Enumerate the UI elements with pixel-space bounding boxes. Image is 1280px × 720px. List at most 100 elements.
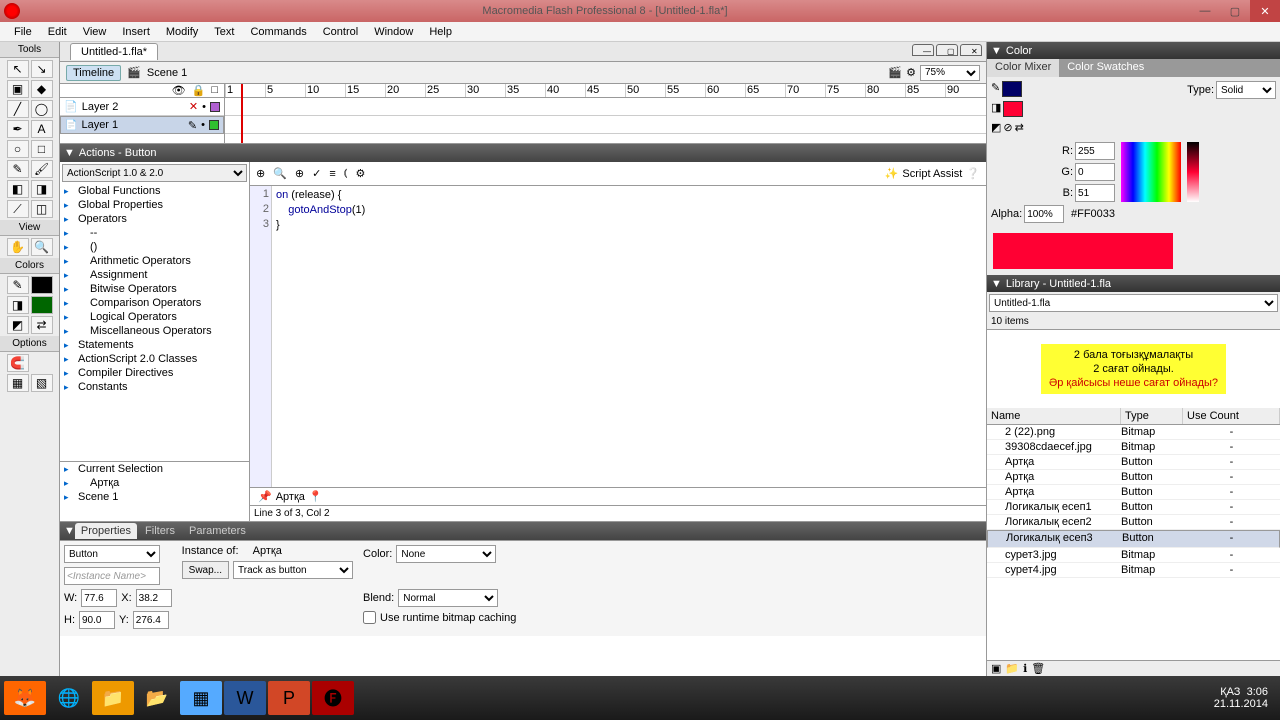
subselection-tool[interactable]: ↘ (31, 60, 53, 78)
tab-color-mixer[interactable]: Color Mixer (987, 59, 1059, 77)
doc-restore[interactable]: ▢ (936, 44, 958, 56)
layer-color[interactable] (209, 120, 219, 130)
tree-item[interactable]: Scene 1 (60, 490, 249, 504)
library-panel-header[interactable]: ▼ Library - Untitled-1.fla (987, 275, 1280, 292)
library-item[interactable]: АртқаButton- (987, 470, 1280, 485)
menu-insert[interactable]: Insert (114, 24, 158, 40)
eraser-tool[interactable]: ◫ (31, 200, 53, 218)
code-target-tab[interactable]: 📌 Артқа 📍 (250, 487, 986, 505)
library-item[interactable]: Логикалық есеп2Button- (987, 515, 1280, 530)
frame-track[interactable] (225, 116, 986, 134)
add-icon[interactable]: ⊕ (256, 167, 265, 180)
hex-value[interactable]: #FF0033 (1071, 208, 1115, 220)
blend-select[interactable]: Normal (398, 589, 498, 607)
playhead[interactable] (241, 84, 243, 143)
powerpoint-icon[interactable]: P (268, 681, 310, 715)
tree-item[interactable]: Compiler Directives (60, 366, 249, 380)
hand-tool[interactable]: ✋ (7, 238, 29, 256)
color-picker[interactable] (1121, 142, 1181, 202)
paint-bucket-tool[interactable]: ◨ (31, 180, 53, 198)
stroke-swatch[interactable] (31, 276, 53, 294)
menu-commands[interactable]: Commands (242, 24, 314, 40)
swap-colors[interactable]: ⇄ (31, 316, 53, 334)
oval-tool[interactable]: ○ (7, 140, 29, 158)
lasso-tool[interactable]: ◯ (31, 100, 53, 118)
doc-minimize[interactable]: — (912, 44, 934, 56)
actions-panel-header[interactable]: ▼ Actions - Button (60, 144, 986, 162)
eyedropper-tool[interactable]: ⟋ (7, 200, 29, 218)
explorer-icon[interactable]: 📂 (136, 681, 178, 715)
fill-color-swatch[interactable] (1003, 101, 1023, 117)
library-list[interactable]: 2 (22).pngBitmap- 39308cdaecef.jpgBitmap… (987, 425, 1280, 660)
bitmap-caching-checkbox[interactable] (363, 611, 376, 624)
text-tool[interactable]: A (31, 120, 53, 138)
delete-icon[interactable]: ✕ (189, 100, 198, 113)
symbol-type-select[interactable]: Button (64, 545, 160, 563)
tree-item[interactable]: Logical Operators (60, 310, 249, 324)
close-button[interactable]: ✕ (1250, 0, 1280, 22)
document-tab[interactable]: Untitled-1.fla* (70, 43, 158, 60)
tab-filters[interactable]: Filters (139, 523, 181, 539)
swap-button[interactable]: Swap... (182, 561, 229, 579)
blue-input[interactable] (1075, 184, 1115, 202)
stroke-color-swatch[interactable] (1002, 81, 1022, 97)
brush-tool[interactable]: 🖌 (31, 160, 53, 178)
library-document-select[interactable]: Untitled-1.fla (989, 294, 1278, 312)
stroke-color[interactable]: ✎ (7, 276, 29, 294)
app-icon-2[interactable]: ▦ (180, 681, 222, 715)
properties-icon[interactable]: ℹ (1023, 662, 1027, 675)
edit-scene-icon[interactable]: 🎬 (888, 66, 902, 79)
library-columns[interactable]: Name Type Use Count (987, 408, 1280, 425)
clock-time[interactable]: 3:06 (1247, 686, 1268, 698)
x-input[interactable] (136, 589, 172, 607)
outline-icon[interactable]: □ (211, 84, 218, 97)
green-input[interactable] (1075, 163, 1115, 181)
tree-item[interactable]: Statements (60, 338, 249, 352)
library-item[interactable]: 39308cdaecef.jpgBitmap- (987, 440, 1280, 455)
check-icon[interactable]: ✓ (312, 167, 321, 180)
no-color-icon[interactable]: ⊘ (1003, 121, 1012, 134)
tree-item[interactable]: Bitwise Operators (60, 282, 249, 296)
flash-icon[interactable]: 🅕 (312, 681, 354, 715)
target-icon[interactable]: ⊕ (295, 167, 304, 180)
find-icon[interactable]: 🔍 (273, 167, 287, 180)
library-item[interactable]: сурет4.jpgBitmap- (987, 563, 1280, 578)
color-effect-select[interactable]: None (396, 545, 496, 563)
default-colors-icon[interactable]: ◩ (991, 121, 1001, 134)
snap-tool[interactable]: 🧲 (7, 354, 29, 372)
clock-date[interactable]: 21.11.2014 (1214, 698, 1268, 710)
properties-panel-header[interactable]: ▼ Properties Filters Parameters (60, 522, 986, 540)
free-transform-tool[interactable]: ▣ (7, 80, 29, 98)
tree-item[interactable]: Miscellaneous Operators (60, 324, 249, 338)
fill-type-select[interactable]: Solid (1216, 81, 1276, 99)
taskbar[interactable]: 🦊 🌐 📁 📂 ▦ W P 🅕 ҚАЗ 3:06 21.11.2014 (0, 676, 1280, 720)
tree-item[interactable]: Артқа (60, 476, 249, 490)
new-symbol-icon[interactable]: ▣ (991, 662, 1001, 675)
hint-icon[interactable]: ⦅ (344, 167, 348, 180)
menu-text[interactable]: Text (206, 24, 242, 40)
tree-item[interactable]: Operators (60, 212, 249, 226)
tab-color-swatches[interactable]: Color Swatches (1059, 59, 1152, 77)
timeline-button[interactable]: Timeline (66, 65, 121, 81)
actionscript-version-select[interactable]: ActionScript 1.0 & 2.0 (62, 164, 247, 182)
debug-icon[interactable]: ⚙ (355, 167, 365, 180)
lock-icon[interactable]: 🔒 (192, 84, 206, 97)
help-icon[interactable]: ❔ (966, 167, 980, 180)
library-item[interactable]: АртқаButton- (987, 455, 1280, 470)
library-item[interactable]: сурет3.jpgBitmap- (987, 548, 1280, 563)
menu-window[interactable]: Window (366, 24, 421, 40)
rectangle-tool[interactable]: □ (31, 140, 53, 158)
layer-row[interactable]: 📄Layer 2✕• (60, 98, 224, 116)
tree-item[interactable]: Current Selection (60, 462, 249, 476)
line-tool[interactable]: ╱ (7, 100, 29, 118)
swap-colors-icon[interactable]: ⇄ (1015, 121, 1024, 134)
option-2[interactable]: ▧ (31, 374, 53, 392)
app-icon-1[interactable]: 📁 (92, 681, 134, 715)
option-1[interactable]: ▦ (7, 374, 29, 392)
pencil-tool[interactable]: ✎ (7, 160, 29, 178)
new-folder-icon[interactable]: 📁 (1005, 662, 1019, 675)
gradient-tool[interactable]: ◆ (31, 80, 53, 98)
menu-edit[interactable]: Edit (40, 24, 75, 40)
scene-name[interactable]: Scene 1 (147, 67, 187, 79)
alpha-input[interactable] (1024, 205, 1064, 223)
